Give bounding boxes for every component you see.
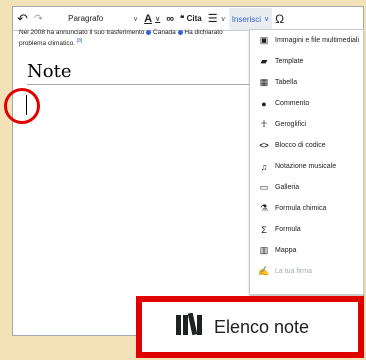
- menu-item-signature: ✍ La tua firma: [250, 261, 363, 282]
- map-icon: ▥: [259, 245, 269, 255]
- menu-item-gallery[interactable]: ▭ Galleria: [250, 177, 363, 198]
- link-marker-icon: [146, 29, 152, 35]
- article-text-line: Nel 2008 ha annunciato il suo trasferime…: [19, 29, 145, 36]
- link-marker-icon: [177, 29, 183, 35]
- menu-item-label: Blocco di codice: [275, 142, 326, 149]
- article-text[interactable]: Nel 2008 ha annunciato il suo trasferime…: [19, 28, 249, 48]
- text-style-button[interactable]: A ∨: [141, 7, 163, 31]
- menu-item-label: Formula: [275, 226, 301, 233]
- reference-marker[interactable]: [8]: [77, 38, 83, 44]
- insert-label: Inserisci: [231, 14, 262, 24]
- text-style-icon: A: [144, 12, 153, 25]
- menu-item-label: Formula chimica: [275, 205, 327, 212]
- link-icon[interactable]: ∞: [163, 7, 177, 31]
- list-button[interactable]: ☰ ∨: [205, 7, 229, 31]
- flask-icon: ⚗: [259, 203, 269, 213]
- article-text-line: problema climatico.: [19, 40, 75, 48]
- image-icon: ▣: [259, 35, 269, 45]
- zoom-highlight-references[interactable]: Elenco note: [136, 296, 364, 358]
- chevron-down-icon: ∨: [133, 15, 139, 23]
- chevron-down-icon: ∨: [264, 16, 270, 23]
- paragraph-dropdown[interactable]: Paragrafo ∨: [46, 7, 141, 31]
- cite-button[interactable]: ❝ Cita: [177, 7, 205, 31]
- menu-item-label: Immagini e file multimediali: [275, 37, 360, 44]
- references-icon: [176, 312, 204, 341]
- menu-item-table[interactable]: ▦ Tabella: [250, 72, 363, 93]
- sigma-icon: Σ: [261, 224, 267, 235]
- highlight-circle: [4, 88, 40, 124]
- menu-item-chemical-formula[interactable]: ⚗ Formula chimica: [250, 198, 363, 219]
- menu-item-comment[interactable]: ● Commento: [250, 93, 363, 114]
- redo-icon[interactable]: ↷: [31, 7, 46, 31]
- music-icon: ♫: [260, 161, 268, 172]
- section-heading[interactable]: Note: [27, 61, 249, 85]
- menu-item-code-block[interactable]: <> Blocco di codice: [250, 135, 363, 156]
- menu-item-map[interactable]: ▥ Mappa: [250, 240, 363, 261]
- signature-icon: ✍: [258, 266, 270, 276]
- insert-dropdown-menu: ▣ Immagini e file multimediali ▰ Templat…: [249, 29, 364, 295]
- comment-icon: ●: [261, 98, 267, 109]
- menu-item-hieroglyphs[interactable]: ☥ Geroglifici: [250, 114, 363, 135]
- menu-item-music-notation[interactable]: ♫ Notazione musicale: [250, 156, 363, 177]
- menu-item-label: Tabella: [275, 79, 298, 86]
- menu-item-template[interactable]: ▰ Template: [250, 51, 363, 72]
- menu-item-label: Commento: [275, 100, 310, 107]
- code-icon: <>: [259, 141, 269, 150]
- cite-label: Cita: [186, 14, 202, 23]
- menu-item-label: La tua firma: [275, 268, 312, 275]
- ankh-icon: ☥: [260, 119, 268, 129]
- gallery-icon: ▭: [259, 182, 269, 192]
- chevron-down-icon: ∨: [220, 15, 226, 23]
- puzzle-icon: ▰: [260, 56, 268, 66]
- menu-item-label: Galleria: [275, 184, 300, 191]
- special-character-button[interactable]: Ω: [272, 7, 287, 31]
- chevron-down-icon: ∨: [155, 15, 161, 23]
- menu-item-label: Template: [275, 58, 304, 65]
- insert-menu-button[interactable]: Inserisci ∨: [228, 8, 273, 30]
- menu-item-label: Geroglifici: [275, 121, 307, 128]
- menu-item-label: Notazione musicale: [275, 163, 337, 170]
- article-text-line: Ha dichiarato: [184, 29, 223, 36]
- menu-item-formula[interactable]: Σ Formula: [250, 219, 363, 240]
- menu-item-label: Mappa: [275, 247, 297, 254]
- article-link[interactable]: Canada: [153, 29, 176, 36]
- undo-icon[interactable]: ↶: [13, 7, 31, 31]
- references-label: Elenco note: [214, 316, 310, 337]
- paragraph-label: Paragrafo: [68, 14, 104, 23]
- table-icon: ▦: [259, 77, 269, 87]
- menu-item-images[interactable]: ▣ Immagini e file multimediali: [250, 30, 363, 51]
- list-icon: ☰: [207, 13, 218, 25]
